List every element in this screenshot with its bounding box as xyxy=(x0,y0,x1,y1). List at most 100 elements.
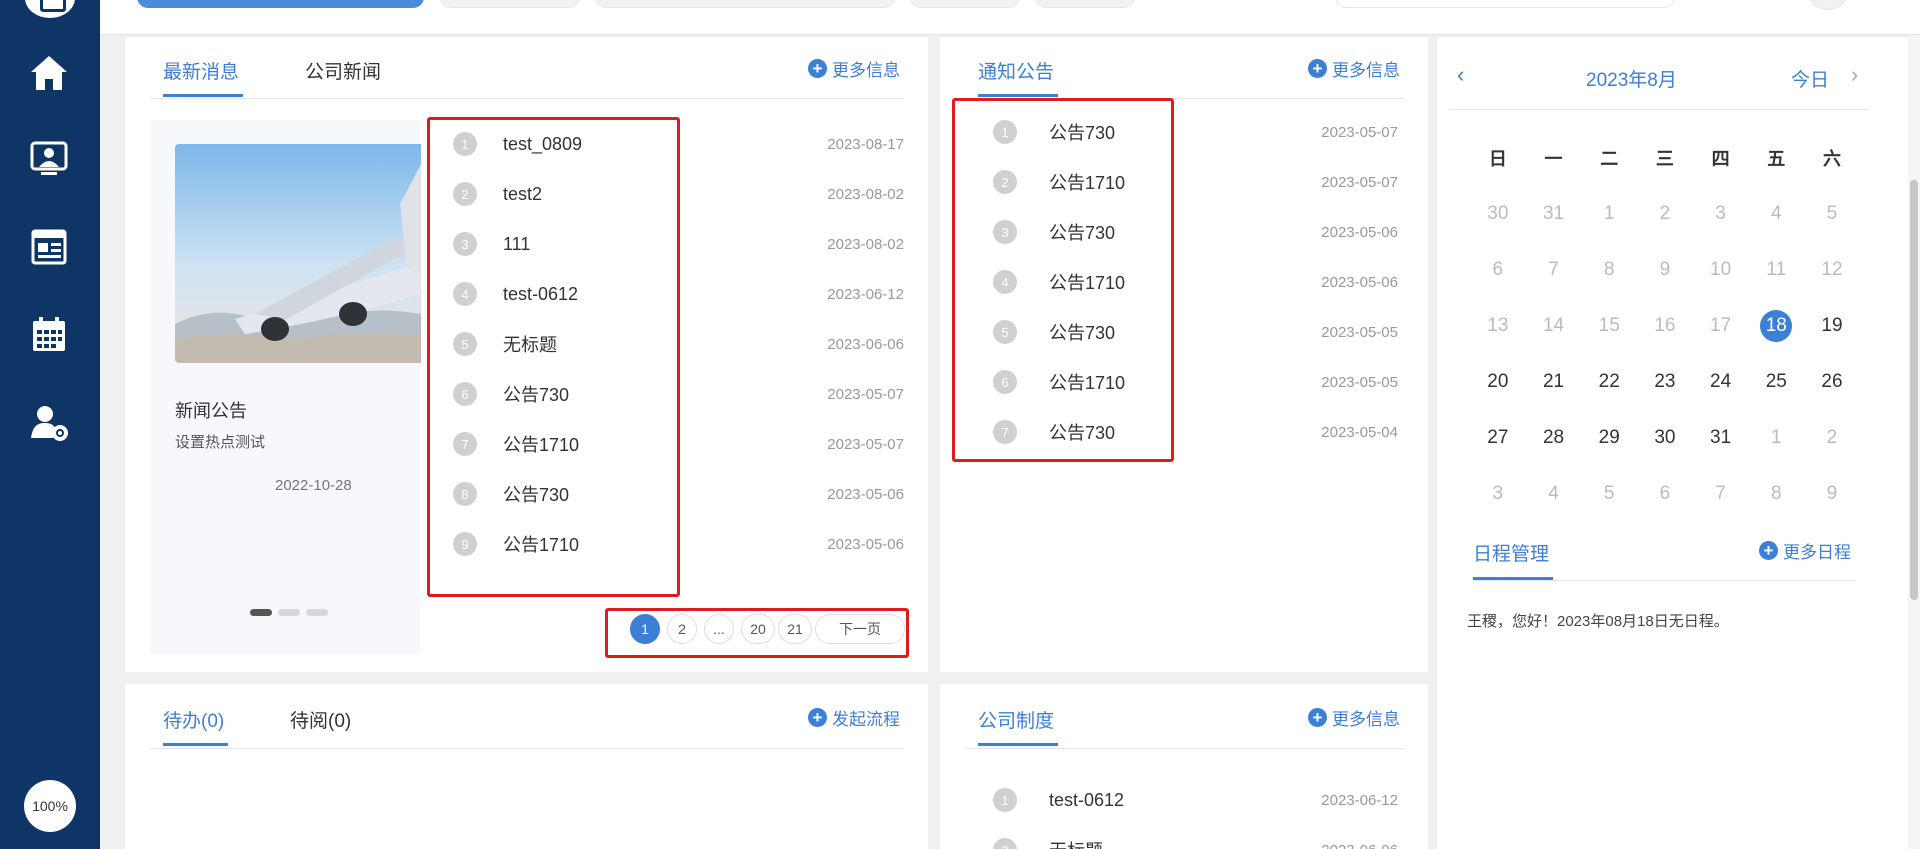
calendar-day[interactable]: 2 xyxy=(1804,410,1860,466)
calendar-day[interactable]: 14 xyxy=(1526,298,1582,354)
page-scrollbar[interactable] xyxy=(1908,35,1920,849)
list-item[interactable]: 3 公告730 2023-05-06 xyxy=(993,217,1398,247)
list-item[interactable]: 4 test-0612 2023-06-12 xyxy=(453,279,904,309)
calendar-day[interactable]: 17 xyxy=(1693,298,1749,354)
calendar-day[interactable]: 4 xyxy=(1748,186,1804,242)
page-ellipsis[interactable]: ... xyxy=(704,614,734,644)
calendar-day-today[interactable]: 18 xyxy=(1748,298,1804,354)
tab-toread[interactable]: 待阅(0) xyxy=(290,706,351,733)
calendar-day[interactable]: 1 xyxy=(1748,410,1804,466)
calendar-day[interactable]: 28 xyxy=(1526,410,1582,466)
calendar-day[interactable]: 6 xyxy=(1470,242,1526,298)
calendar-day[interactable]: 23 xyxy=(1637,354,1693,410)
list-item[interactable]: 9 公告1710 2023-05-06 xyxy=(453,529,904,559)
zoom-indicator[interactable]: 100% xyxy=(24,780,76,832)
calendar-day[interactable]: 22 xyxy=(1581,354,1637,410)
calendar-icon[interactable] xyxy=(28,314,70,356)
page-button-1[interactable]: 1 xyxy=(630,614,660,644)
list-item[interactable]: 7 公告730 2023-05-04 xyxy=(993,417,1398,447)
today-button[interactable]: 今日 xyxy=(1791,65,1829,92)
news-more-link[interactable]: + 更多信息 xyxy=(808,56,900,81)
tab-schedule[interactable]: 日程管理 xyxy=(1473,539,1549,566)
calendar-day[interactable]: 7 xyxy=(1693,466,1749,522)
list-item[interactable]: 7 公告1710 2023-05-07 xyxy=(453,429,904,459)
tab-company-news[interactable]: 公司新闻 xyxy=(305,57,381,84)
list-item[interactable]: 5 公告730 2023-05-05 xyxy=(993,317,1398,347)
calendar-day[interactable]: 27 xyxy=(1470,410,1526,466)
tab-policy[interactable]: 公司制度 xyxy=(978,706,1054,733)
prev-month-button[interactable]: ‹ xyxy=(1457,62,1464,88)
calendar-day[interactable]: 7 xyxy=(1526,242,1582,298)
calendar-day[interactable]: 4 xyxy=(1526,466,1582,522)
calendar-day[interactable]: 16 xyxy=(1637,298,1693,354)
next-page-button[interactable]: 下一页 xyxy=(815,614,905,644)
notice-more-link[interactable]: + 更多信息 xyxy=(1308,56,1400,81)
news-icon[interactable] xyxy=(28,226,70,268)
schedule-more-link[interactable]: + 更多日程 xyxy=(1759,538,1851,563)
list-item[interactable]: 5 无标题 2023-06-06 xyxy=(453,329,904,359)
home-icon[interactable] xyxy=(28,52,70,94)
carousel-image[interactable] xyxy=(175,144,421,363)
next-month-button[interactable]: › xyxy=(1851,62,1858,88)
calendar-day[interactable]: 1 xyxy=(1581,186,1637,242)
list-item[interactable]: 1 test-0612 2023-06-12 xyxy=(993,785,1398,815)
calendar-day[interactable]: 11 xyxy=(1748,242,1804,298)
avatar[interactable] xyxy=(1810,0,1846,10)
calendar-day[interactable]: 31 xyxy=(1693,410,1749,466)
news-carousel[interactable]: 新闻公告 设置热点测试 2022-10-28 xyxy=(150,120,421,655)
list-item[interactable]: 4 公告1710 2023-05-06 xyxy=(993,267,1398,297)
list-item[interactable]: 2 test2 2023-08-02 xyxy=(453,179,904,209)
tab-notice[interactable]: 通知公告 xyxy=(978,57,1054,84)
calendar-day[interactable]: 30 xyxy=(1470,186,1526,242)
list-item[interactable]: 2 公告1710 2023-05-07 xyxy=(993,167,1398,197)
list-item[interactable]: 1 test_0809 2023-08-17 xyxy=(453,129,904,159)
top-tab[interactable] xyxy=(595,0,895,8)
tab-latest-news[interactable]: 最新消息 xyxy=(163,57,239,84)
calendar-day[interactable]: 9 xyxy=(1637,242,1693,298)
calendar-day[interactable]: 5 xyxy=(1804,186,1860,242)
calendar-day[interactable]: 10 xyxy=(1693,242,1749,298)
list-item[interactable]: 6 公告730 2023-05-07 xyxy=(453,379,904,409)
tab-todo[interactable]: 待办(0) xyxy=(163,706,224,733)
list-item[interactable]: 3 111 2023-08-02 xyxy=(453,229,904,259)
calendar-day[interactable]: 30 xyxy=(1637,410,1693,466)
page-button-21[interactable]: 21 xyxy=(778,614,812,644)
top-tab-active[interactable] xyxy=(137,0,424,8)
calendar-day[interactable]: 24 xyxy=(1693,354,1749,410)
calendar-day[interactable]: 5 xyxy=(1581,466,1637,522)
user-settings-icon[interactable] xyxy=(28,402,70,444)
calendar-day[interactable]: 21 xyxy=(1526,354,1582,410)
calendar-day[interactable]: 31 xyxy=(1526,186,1582,242)
page-button-2[interactable]: 2 xyxy=(667,614,697,644)
calendar-day[interactable]: 13 xyxy=(1470,298,1526,354)
carousel-dot[interactable] xyxy=(278,609,300,616)
calendar-day[interactable]: 12 xyxy=(1804,242,1860,298)
calendar-day[interactable]: 26 xyxy=(1804,354,1860,410)
calendar-day[interactable]: 9 xyxy=(1804,466,1860,522)
top-tab[interactable] xyxy=(440,0,580,8)
carousel-dot[interactable] xyxy=(250,609,272,616)
logo[interactable] xyxy=(25,0,75,18)
calendar-day[interactable]: 8 xyxy=(1748,466,1804,522)
policy-more-link[interactable]: + 更多信息 xyxy=(1308,705,1400,730)
calendar-day[interactable]: 20 xyxy=(1470,354,1526,410)
calendar-day[interactable]: 19 xyxy=(1804,298,1860,354)
page-button-20[interactable]: 20 xyxy=(741,614,775,644)
search-input[interactable] xyxy=(1335,0,1675,8)
list-item[interactable]: 8 公告730 2023-05-06 xyxy=(453,479,904,509)
calendar-day[interactable]: 6 xyxy=(1637,466,1693,522)
calendar-day[interactable]: 8 xyxy=(1581,242,1637,298)
list-item[interactable]: 2 无标题 2023-06-06 xyxy=(993,835,1398,849)
top-tab[interactable] xyxy=(1035,0,1135,8)
top-tab[interactable] xyxy=(910,0,1020,8)
scrollbar-thumb[interactable] xyxy=(1910,180,1918,600)
calendar-day[interactable]: 3 xyxy=(1470,466,1526,522)
calendar-day[interactable]: 15 xyxy=(1581,298,1637,354)
calendar-day[interactable]: 3 xyxy=(1693,186,1749,242)
calendar-day[interactable]: 29 xyxy=(1581,410,1637,466)
list-item[interactable]: 6 公告1710 2023-05-05 xyxy=(993,367,1398,397)
carousel-dot[interactable] xyxy=(306,609,328,616)
calendar-day[interactable]: 25 xyxy=(1748,354,1804,410)
list-item[interactable]: 1 公告730 2023-05-07 xyxy=(993,117,1398,147)
user-monitor-icon[interactable] xyxy=(28,138,70,180)
